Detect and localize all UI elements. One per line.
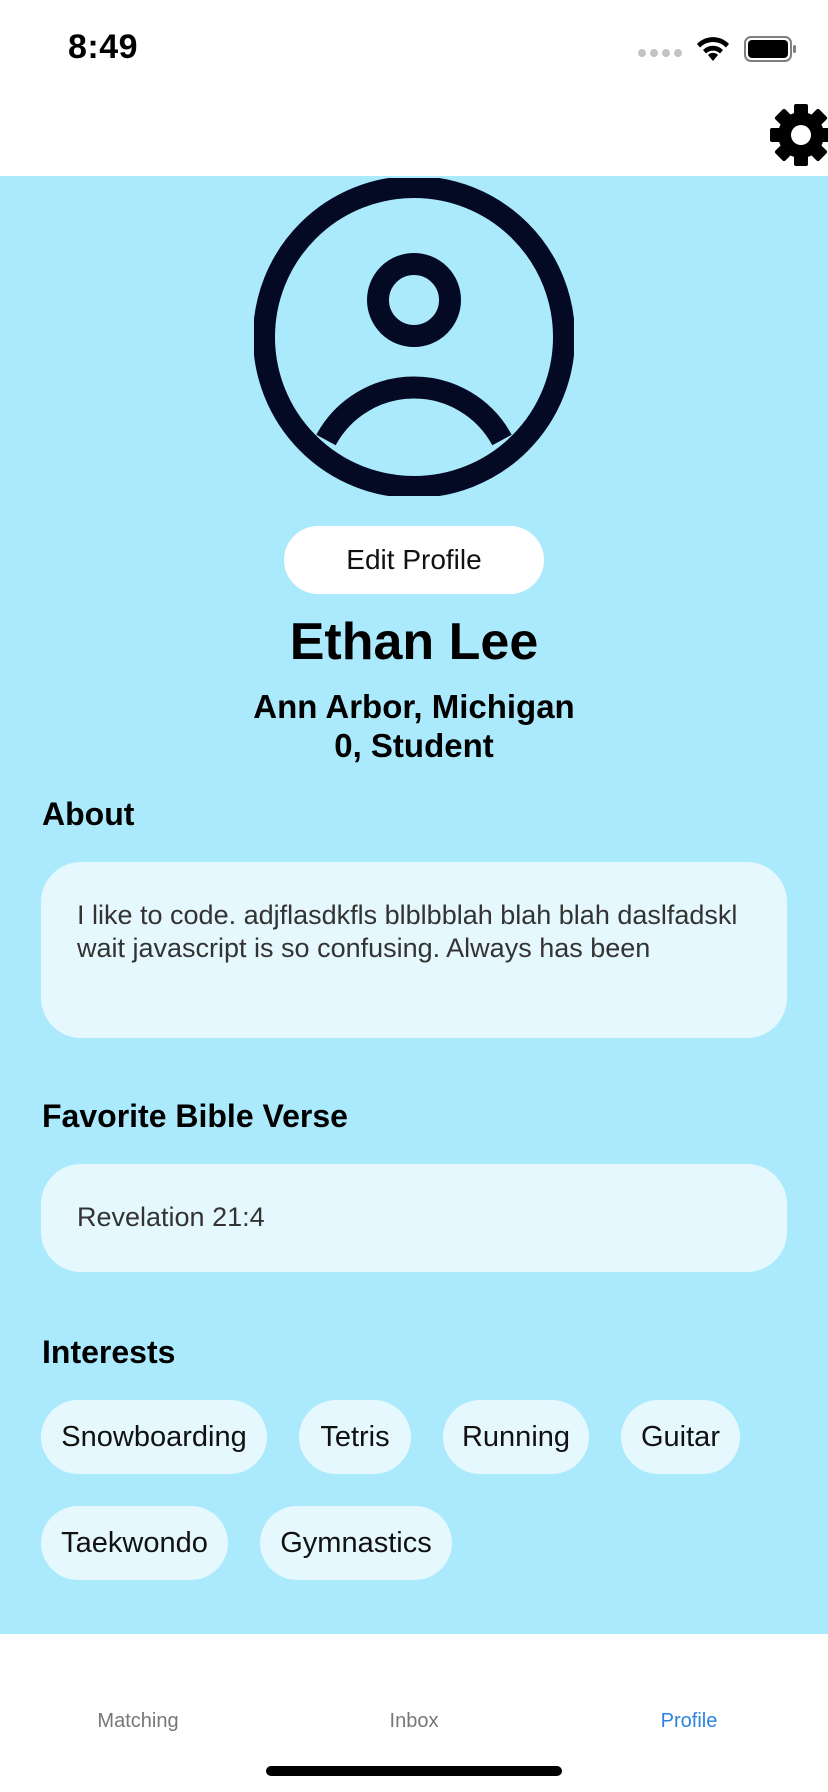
verse-text: Revelation 21:4	[77, 1202, 265, 1232]
verse-card: Revelation 21:4	[41, 1164, 787, 1272]
edit-profile-button[interactable]: Edit Profile	[284, 526, 544, 594]
top-bar	[0, 100, 828, 176]
interest-chip: Gymnastics	[260, 1506, 452, 1580]
interest-chip: Taekwondo	[41, 1506, 228, 1580]
gear-icon	[770, 104, 828, 166]
wifi-icon	[697, 37, 729, 61]
settings-button[interactable]	[766, 100, 828, 170]
profile-name: Ethan Lee	[289, 613, 539, 671]
profile-location: Ann Arbor, Michigan	[253, 688, 575, 725]
verse-heading: Favorite Bible Verse	[42, 1098, 348, 1134]
interests-heading: Interests	[42, 1334, 176, 1370]
profile-occupation: 0, Student	[334, 727, 494, 764]
status-time: 8:49	[68, 28, 139, 66]
interest-chip: Tetris	[299, 1400, 411, 1474]
about-card: I like to code. adjflasdkfls blblbblah b…	[41, 862, 787, 1038]
home-indicator[interactable]	[266, 1766, 562, 1776]
cellular-dots-icon	[638, 49, 682, 57]
status-bar: 8:49	[0, 0, 828, 100]
about-text: I like to code. adjflasdkfls blblbblah b…	[77, 900, 738, 963]
tab-profile[interactable]: Profile	[589, 1710, 789, 1733]
battery-icon	[744, 36, 796, 62]
status-icons	[638, 36, 798, 62]
user-circle-icon	[254, 178, 574, 496]
interest-chip: Running	[443, 1400, 589, 1474]
interest-chip: Guitar	[621, 1400, 740, 1474]
bottom-tab-bar: Matching Inbox Profile	[0, 1634, 828, 1792]
tab-matching[interactable]: Matching	[38, 1710, 238, 1733]
profile-content: Edit Profile Ethan Lee Ann Arbor, Michig…	[0, 176, 828, 1634]
interest-chip: Snowboarding	[41, 1400, 267, 1474]
tab-inbox[interactable]: Inbox	[314, 1710, 514, 1733]
about-heading: About	[42, 796, 135, 832]
